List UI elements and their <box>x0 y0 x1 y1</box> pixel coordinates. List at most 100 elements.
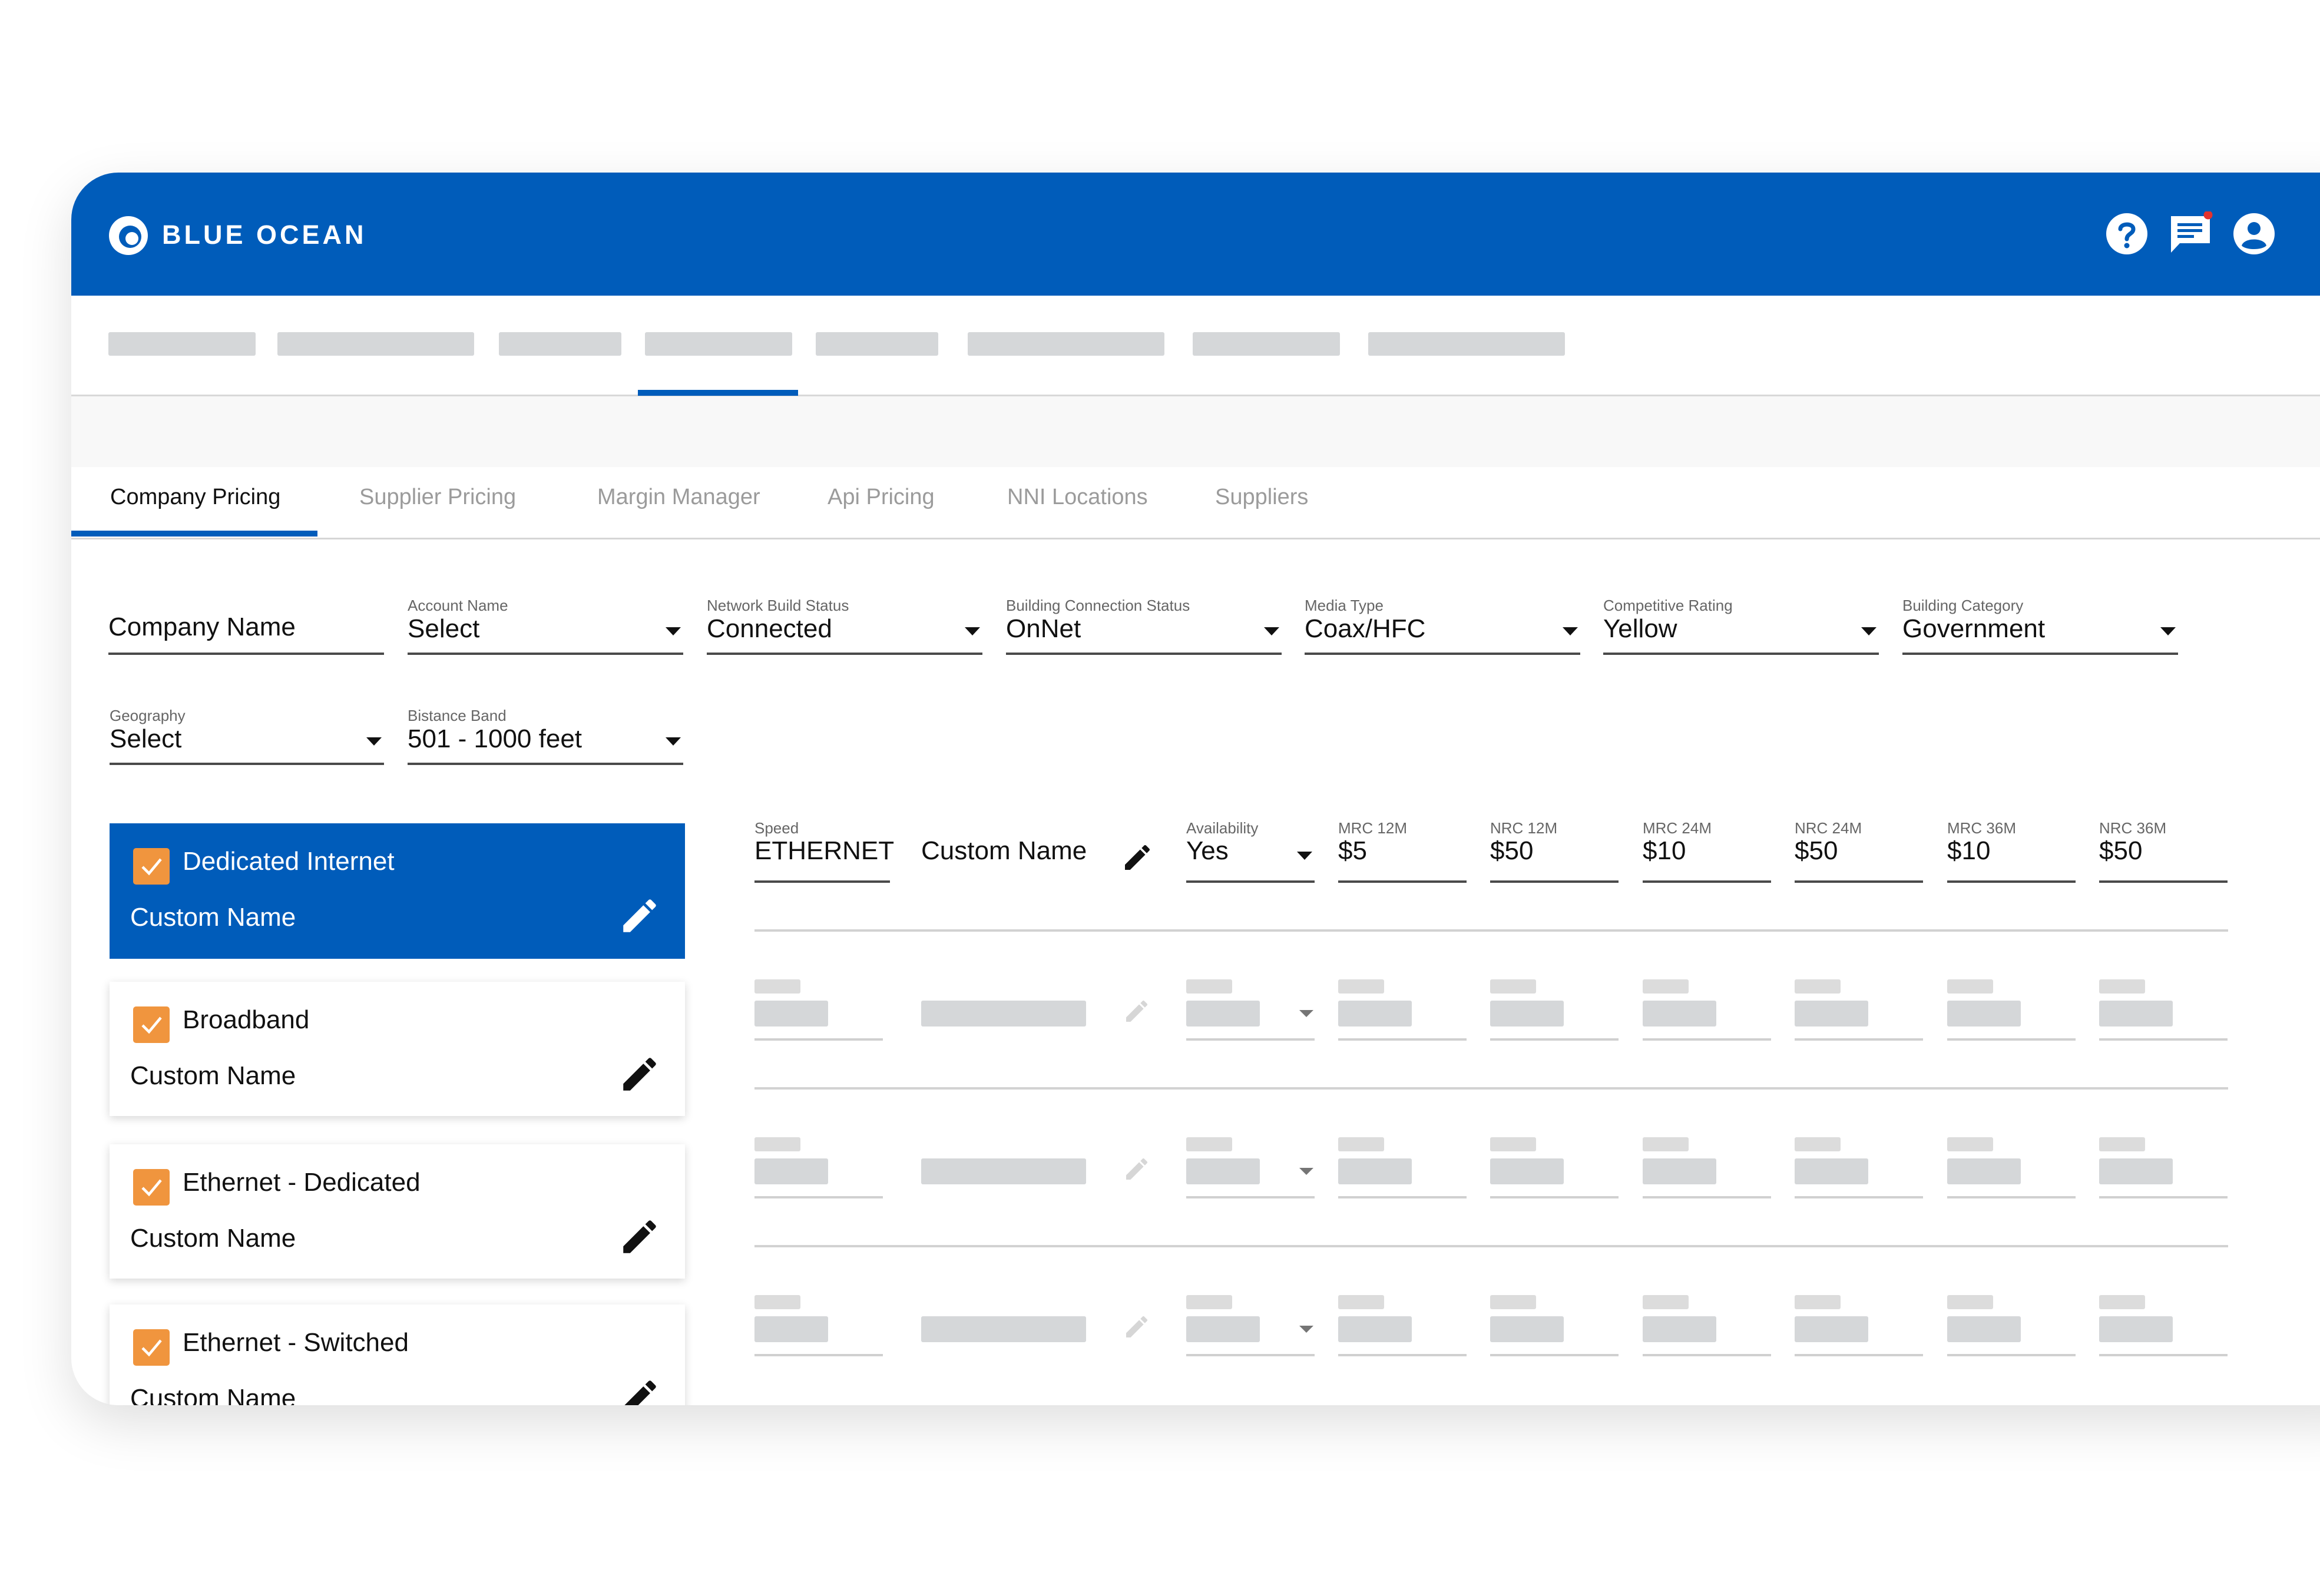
placeholder-label <box>1338 1137 1384 1151</box>
product-checkbox[interactable] <box>133 1169 170 1206</box>
placeholder-underline <box>1795 1354 1923 1356</box>
tab-nni-locations[interactable]: NNI Locations <box>1007 485 1148 510</box>
product-custom-name: Custom Name <box>130 1061 296 1090</box>
field-label: MRC 24M <box>1643 819 1712 837</box>
product-checkbox[interactable] <box>133 1329 170 1366</box>
placeholder-value <box>1795 1158 1868 1184</box>
product-card-ethernet-switched[interactable]: Ethernet - Switched Custom Name <box>110 1304 685 1405</box>
placeholder-value <box>1947 1001 2021 1027</box>
blue-ocean-logo-icon[interactable] <box>108 215 149 256</box>
tab-company-pricing[interactable]: Company Pricing <box>110 485 280 510</box>
nav-item-placeholder[interactable] <box>1193 332 1340 356</box>
placeholder-value <box>2099 1316 2173 1342</box>
company-name-field[interactable]: Company Name <box>108 597 384 655</box>
caret-down-icon <box>1861 627 1876 635</box>
field-value: OnNet <box>1006 614 1081 643</box>
placeholder-underline <box>1186 1354 1315 1356</box>
pencil-icon[interactable] <box>1123 1313 1151 1341</box>
nav-item-placeholder[interactable] <box>1368 332 1565 356</box>
availability-select[interactable]: Availability Yes <box>1186 819 1315 883</box>
field-label: Bistance Band <box>408 707 507 724</box>
brand-name: BLUE OCEAN <box>162 220 367 250</box>
tab-suppliers[interactable]: Suppliers <box>1215 485 1308 510</box>
pencil-icon[interactable] <box>618 1052 661 1096</box>
placeholder-label <box>1947 1137 1993 1151</box>
nav-item-placeholder[interactable] <box>277 332 474 356</box>
caret-down-icon <box>1297 852 1312 860</box>
pencil-icon[interactable] <box>618 1215 661 1259</box>
custom-name-field[interactable]: Custom Name <box>921 819 1098 880</box>
checkmark-icon <box>141 1179 162 1197</box>
nav-item-placeholder[interactable] <box>108 332 256 356</box>
placeholder-value <box>921 1001 1086 1027</box>
tab-api-pricing[interactable]: Api Pricing <box>828 485 935 510</box>
placeholder-label <box>1795 979 1841 994</box>
product-custom-name: Custom Name <box>130 1384 296 1405</box>
placeholder-underline <box>1947 1354 2076 1356</box>
field-value: Yes <box>1186 836 1229 865</box>
caret-down-icon <box>1299 1326 1313 1333</box>
placeholder-label <box>1795 1137 1841 1151</box>
pricing-tabs: Company Pricing Supplier Pricing Margin … <box>71 467 2320 539</box>
account-name-select[interactable]: Account Name Select <box>408 597 683 655</box>
network-build-status-select[interactable]: Network Build Status Connected <box>707 597 982 655</box>
pencil-icon[interactable] <box>1123 997 1151 1025</box>
nav-item-placeholder[interactable] <box>968 332 1164 356</box>
field-value: $10 <box>1643 836 1686 865</box>
placeholder-value <box>1338 1158 1412 1184</box>
competitive-rating-select[interactable]: Competitive Rating Yellow <box>1603 597 1879 655</box>
account-icon[interactable] <box>2232 211 2276 256</box>
caret-down-icon <box>666 737 681 746</box>
pencil-icon[interactable] <box>618 894 661 938</box>
placeholder-value <box>1490 1316 1564 1342</box>
nav-item-placeholder[interactable] <box>499 332 621 356</box>
row-divider <box>754 929 2228 932</box>
product-card-ethernet-dedicated[interactable]: Ethernet - Dedicated Custom Name <box>110 1144 685 1279</box>
building-connection-status-select[interactable]: Building Connection Status OnNet <box>1006 597 1282 655</box>
nav-item-placeholder-active[interactable] <box>645 332 792 356</box>
placeholder-label <box>2099 979 2145 994</box>
product-title: Dedicated Internet <box>183 847 395 876</box>
distance-band-select[interactable]: Bistance Band 501 - 1000 feet <box>408 707 683 765</box>
chat-icon[interactable] <box>2168 211 2213 256</box>
placeholder-underline <box>754 1038 883 1041</box>
placeholder-value <box>1338 1001 1412 1027</box>
app-window: BLUE OCEAN Company Pricing Supplier Pric… <box>71 173 2320 1405</box>
placeholder-value <box>1186 1001 1260 1027</box>
nav-item-placeholder[interactable] <box>816 332 938 356</box>
placeholder-label <box>754 1295 800 1309</box>
product-card-dedicated-internet[interactable]: Dedicated Internet Custom Name <box>110 823 685 959</box>
field-value: Connected <box>707 614 832 643</box>
placeholder-label <box>1186 1137 1232 1151</box>
tab-margin-manager[interactable]: Margin Manager <box>597 485 760 510</box>
mrc-36m-field[interactable]: MRC 36M $10 <box>1947 819 2076 883</box>
placeholder-label <box>1338 979 1384 994</box>
field-value: Select <box>408 614 480 643</box>
placeholder-value <box>1490 1158 1564 1184</box>
media-type-select[interactable]: Media Type Coax/HFC <box>1305 597 1580 655</box>
tab-supplier-pricing[interactable]: Supplier Pricing <box>359 485 516 510</box>
placeholder-underline <box>1338 1196 1467 1198</box>
nrc-24m-field[interactable]: NRC 24M $50 <box>1795 819 1923 883</box>
pencil-icon[interactable] <box>1121 841 1154 874</box>
pencil-icon[interactable] <box>1123 1155 1151 1183</box>
speed-field[interactable]: Speed ETHERNET <box>754 819 894 883</box>
placeholder-label <box>1490 1137 1536 1151</box>
building-category-select[interactable]: Building Category Government <box>1902 597 2178 655</box>
placeholder-underline <box>1947 1038 2076 1041</box>
product-card-broadband[interactable]: Broadband Custom Name <box>110 982 685 1116</box>
caret-down-icon <box>1264 627 1279 635</box>
geography-select[interactable]: Geography Select <box>110 707 384 765</box>
pencil-icon[interactable] <box>618 1375 661 1405</box>
placeholder-underline <box>1947 1196 2076 1198</box>
mrc-24m-field[interactable]: MRC 24M $10 <box>1643 819 1771 883</box>
help-icon[interactable] <box>2104 211 2149 256</box>
product-checkbox[interactable] <box>133 848 170 885</box>
nrc-12m-field[interactable]: NRC 12M $50 <box>1490 819 1619 883</box>
product-checkbox[interactable] <box>133 1006 170 1043</box>
mrc-12m-field[interactable]: MRC 12M $5 <box>1338 819 1467 883</box>
placeholder-label <box>1947 1295 1993 1309</box>
placeholder-value <box>1643 1316 1716 1342</box>
field-label: NRC 12M <box>1490 819 1558 837</box>
nrc-36m-field[interactable]: NRC 36M $50 <box>2099 819 2228 883</box>
